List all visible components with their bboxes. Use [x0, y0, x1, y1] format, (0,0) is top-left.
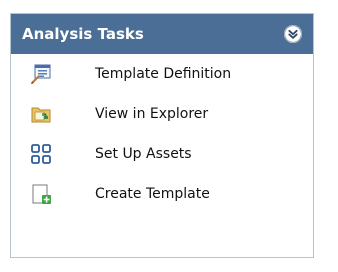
- create-template-icon: [29, 182, 53, 206]
- panel-title: Analysis Tasks: [22, 25, 144, 43]
- task-label: Create Template: [95, 186, 210, 202]
- set-up-assets-icon: [29, 142, 53, 166]
- task-view-in-explorer[interactable]: View in Explorer: [11, 94, 313, 134]
- panel-header[interactable]: Analysis Tasks: [11, 14, 313, 54]
- template-definition-icon: [29, 62, 53, 86]
- double-chevron-up-icon: [284, 25, 302, 43]
- task-label: View in Explorer: [95, 106, 209, 122]
- task-label: Template Definition: [95, 66, 232, 82]
- task-template-definition[interactable]: Template Definition: [11, 54, 313, 94]
- task-set-up-assets[interactable]: Set Up Assets: [11, 134, 313, 174]
- collapse-button[interactable]: [284, 25, 302, 43]
- task-label: Set Up Assets: [95, 146, 192, 162]
- view-in-explorer-icon: [29, 102, 53, 126]
- task-create-template[interactable]: Create Template: [11, 174, 313, 214]
- analysis-tasks-panel: Analysis Tasks Template Definition View …: [10, 13, 314, 258]
- task-list: Template Definition View in Explorer Set…: [11, 54, 313, 214]
